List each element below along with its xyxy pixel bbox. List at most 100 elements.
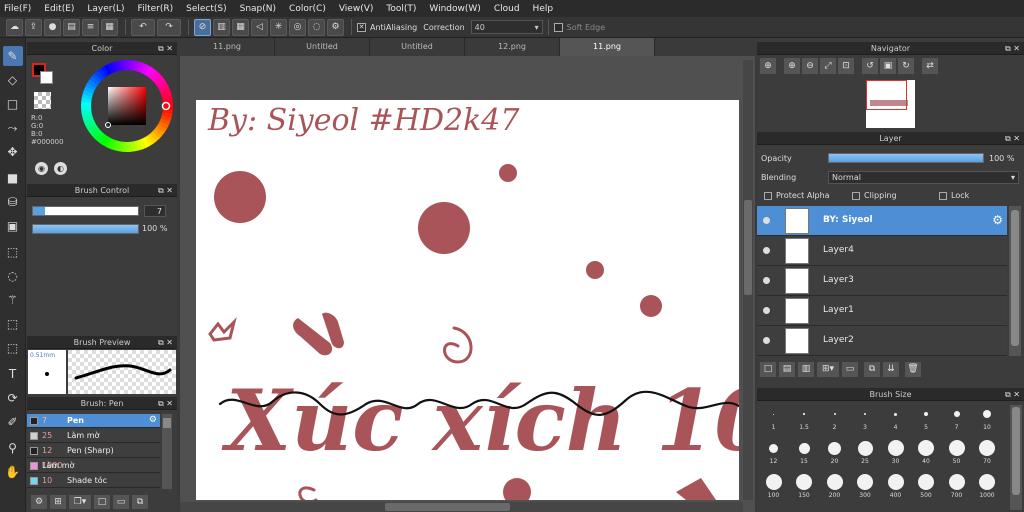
- brush-size-cell[interactable]: 12: [759, 439, 788, 465]
- select-pen-icon[interactable]: ⬚: [3, 314, 23, 334]
- grid-icon[interactable]: ▦: [101, 18, 118, 36]
- color-wheel[interactable]: [79, 58, 175, 154]
- brush-size-cell[interactable]: 15: [790, 439, 819, 465]
- panel-controls[interactable]: ⧉ ✕: [158, 42, 173, 55]
- move-tool-icon[interactable]: ✥: [3, 142, 23, 162]
- brush-item-blur[interactable]: 25 Làm mờ: [27, 429, 160, 443]
- chat-icon[interactable]: ●: [44, 18, 61, 36]
- folder-icon[interactable]: ▭: [113, 495, 129, 509]
- layer-row[interactable]: Layer2: [757, 326, 1007, 356]
- rectangle-tool-icon[interactable]: □: [3, 94, 23, 114]
- brush-size-cell[interactable]: 5: [912, 405, 941, 431]
- rotate-reset-icon[interactable]: ▣: [880, 58, 896, 74]
- select-lasso-icon[interactable]: ◌: [3, 266, 23, 286]
- menu-edit[interactable]: Edit(E): [44, 4, 74, 14]
- brush-size-scroll-thumb[interactable]: [1012, 407, 1020, 495]
- menu-filter[interactable]: Filter(R): [138, 4, 174, 14]
- zoom-out-icon[interactable]: ⊖: [802, 58, 818, 74]
- menu-help[interactable]: Help: [533, 4, 554, 14]
- brush-size-cell[interactable]: 100: [759, 473, 788, 499]
- menu-window[interactable]: Window(W): [429, 4, 480, 14]
- snap-off-icon[interactable]: ⊘: [194, 18, 211, 36]
- brush-size-cell[interactable]: 10: [973, 405, 1002, 431]
- new-folder-icon[interactable]: ▭: [842, 362, 858, 377]
- bucket-tool-icon[interactable]: ⛁: [3, 192, 23, 212]
- tab-11png-active[interactable]: 11.png: [560, 38, 655, 56]
- transparent-swatch[interactable]: [34, 92, 51, 109]
- drawing-canvas[interactable]: By: Siyeol #HD2k47 Xúc xích 10k: [196, 100, 739, 500]
- visibility-icon[interactable]: [763, 307, 770, 314]
- brush-size-cell[interactable]: 3: [851, 405, 880, 431]
- tab-11png[interactable]: 11.png: [180, 38, 275, 56]
- brush-tool-icon[interactable]: ✎: [2, 46, 23, 66]
- brush-item-blur-large[interactable]: 1000 Làm mờ: [27, 459, 160, 473]
- redo-icon[interactable]: ↷: [157, 18, 181, 36]
- lasso-tool-icon[interactable]: ⤳: [3, 118, 23, 138]
- color-settings-icon[interactable]: ◐: [54, 162, 67, 175]
- new-layer-1bit-icon[interactable]: ▥: [798, 362, 814, 377]
- layer-row[interactable]: Layer3: [757, 266, 1007, 296]
- brush-size-scrollbar[interactable]: [1010, 405, 1022, 510]
- brush-size-cell[interactable]: 300: [851, 473, 880, 499]
- eyedropper-tool-icon[interactable]: ✐: [3, 412, 23, 432]
- brush-list-scroll-thumb[interactable]: [163, 418, 171, 428]
- blending-select[interactable]: Normal ▾: [828, 171, 1019, 184]
- eraser-tool-icon[interactable]: ◇: [3, 70, 23, 90]
- vanish-snap-icon[interactable]: ◁: [251, 18, 268, 36]
- rotate-left-icon[interactable]: ↺: [862, 58, 878, 74]
- panel-controls[interactable]: ⧉ ✕: [1005, 132, 1020, 145]
- brush-size-value[interactable]: 7: [144, 205, 166, 217]
- layer-row[interactable]: BY: Siyeol ⚙: [757, 206, 1007, 236]
- brush-size-cell[interactable]: 1.5: [790, 405, 819, 431]
- select-eraser-icon[interactable]: ⬚: [3, 338, 23, 358]
- radial-snap-icon[interactable]: ✳: [270, 18, 287, 36]
- rotate-right-icon[interactable]: ↻: [898, 58, 914, 74]
- layer-row[interactable]: Layer4: [757, 236, 1007, 266]
- add-image-icon[interactable]: ⊞▾: [817, 362, 839, 377]
- gear-icon[interactable]: ⚙: [149, 415, 157, 425]
- select-rect-icon[interactable]: ⬚: [3, 242, 23, 262]
- protect-alpha-checkbox[interactable]: [764, 192, 772, 200]
- palette-icon[interactable]: ◉: [35, 162, 48, 175]
- menu-layer[interactable]: Layer(L): [87, 4, 124, 14]
- layer-row[interactable]: Layer1: [757, 296, 1007, 326]
- snap-settings-icon[interactable]: ⚙: [327, 18, 344, 36]
- menu-file[interactable]: File(F): [4, 4, 31, 14]
- delete-layer-icon[interactable]: 🗑: [905, 362, 921, 377]
- fit-icon[interactable]: ⤢: [820, 58, 836, 74]
- curve-snap-icon[interactable]: ◌: [308, 18, 325, 36]
- cloud-icon[interactable]: ☁: [6, 18, 23, 36]
- layer-list-scroll-thumb[interactable]: [1011, 210, 1019, 346]
- tab-untitled[interactable]: Untitled: [275, 38, 370, 56]
- document-icon[interactable]: ▤: [63, 18, 80, 36]
- brush-item-shade-hair[interactable]: 10 Shade tóc: [27, 474, 160, 488]
- brush-size-cell[interactable]: 70: [973, 439, 1002, 465]
- zoom-in-icon[interactable]: ⊕: [784, 58, 800, 74]
- actual-size-icon[interactable]: ⊡: [838, 58, 854, 74]
- brush-size-cell[interactable]: 20: [820, 439, 849, 465]
- menu-tool[interactable]: Tool(T): [386, 4, 416, 14]
- brush-size-cell[interactable]: 4: [881, 405, 910, 431]
- panel-controls[interactable]: ⧉ ✕: [158, 397, 173, 410]
- brush-size-slider[interactable]: [32, 206, 139, 216]
- visibility-icon[interactable]: [763, 247, 770, 254]
- menu-select[interactable]: Select(S): [186, 4, 227, 14]
- visibility-icon[interactable]: [763, 217, 770, 224]
- antialiasing-checkbox[interactable]: ✕: [357, 22, 366, 32]
- new-layer-icon[interactable]: □: [760, 362, 776, 377]
- merge-layer-icon[interactable]: ⇊: [883, 362, 899, 377]
- brush-size-cell[interactable]: 400: [881, 473, 910, 499]
- fill-rect-tool-icon[interactable]: ■: [3, 168, 23, 188]
- canvas-horizontal-scrollbar[interactable]: [180, 502, 743, 512]
- hand-tool-icon[interactable]: ✋: [3, 462, 23, 482]
- brush-list-scrollbar[interactable]: [162, 414, 172, 489]
- menu-view[interactable]: View(V): [339, 4, 374, 14]
- canvas-vertical-scroll-thumb[interactable]: [744, 200, 752, 295]
- pipette-icon[interactable]: ⚲: [3, 438, 23, 458]
- share-icon[interactable]: ⇪: [25, 18, 42, 36]
- background-color-swatch[interactable]: [40, 71, 53, 84]
- flip-icon[interactable]: ⇄: [922, 58, 938, 74]
- copy-brush-icon[interactable]: ❐▾: [69, 495, 91, 509]
- brush-item-pen[interactable]: 7 Pen ⚙: [27, 414, 160, 428]
- layer-list-scrollbar[interactable]: [1009, 206, 1021, 356]
